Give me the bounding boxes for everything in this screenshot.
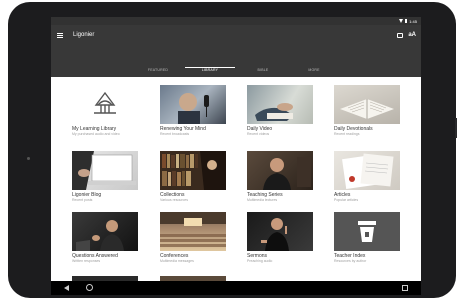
tab-library[interactable]: LIBRARY [190, 68, 230, 73]
app-title: Ligonier [73, 32, 95, 38]
open-book-photo [334, 85, 400, 124]
card-my-learning-library[interactable]: My Learning Library My purchased audio a… [72, 85, 138, 136]
card-teacher-index[interactable]: Teacher Index Resources by author [334, 212, 400, 263]
card-articles[interactable]: Articles Popular articles [334, 151, 400, 202]
documents-photo [334, 151, 400, 190]
card-conferences[interactable]: Conferences Multimedia messages [160, 212, 226, 263]
card-ligonier-blog[interactable]: Ligonier Blog Recent posts [72, 151, 138, 202]
cast-icon[interactable] [397, 33, 403, 38]
card-subtitle: Recent videos [247, 132, 270, 136]
card-teaching-series[interactable]: Teaching Series Multimedia lectures [247, 151, 313, 202]
tab-bar: FEATURED LIBRARY BIBLE MORE [51, 66, 421, 77]
speaker-photo [72, 212, 138, 251]
recent-apps-icon[interactable] [402, 285, 408, 291]
card-subtitle: Popular articles [334, 198, 359, 202]
podium-icon [334, 212, 400, 251]
menu-icon[interactable] [57, 33, 63, 38]
front-camera [27, 157, 30, 160]
card-subtitle: Preaching audio [247, 259, 273, 263]
system-nav-bar [51, 281, 421, 295]
card-questions-answered[interactable]: Questions Answered Written responses [72, 212, 138, 263]
card-subtitle: Recent broadcasts [160, 132, 190, 136]
side-button [455, 118, 457, 138]
card-daily-video[interactable]: Daily Video Recent videos [247, 85, 313, 136]
home-icon[interactable] [86, 284, 93, 291]
library-grid: My Learning Library My purchased audio a… [51, 77, 421, 281]
wifi-icon [399, 19, 404, 23]
laptop-photo [72, 151, 138, 190]
app-bar: Ligonier aA FEATURED LIBRARY BIBLE MORE [51, 25, 421, 77]
card-sermons[interactable]: Sermons Preaching audio [247, 212, 313, 263]
card-subtitle: Various resources [160, 198, 188, 202]
teacher-photo [247, 151, 313, 190]
card-subtitle: Recent readings [334, 132, 360, 136]
conference-hall-photo [160, 212, 226, 251]
text-size-icon[interactable]: aA [408, 31, 416, 39]
back-icon[interactable] [64, 285, 69, 291]
card-collections[interactable]: Collections Various resources [160, 151, 226, 202]
preacher-photo [247, 212, 313, 251]
card-subtitle: Written responses [72, 259, 101, 263]
bookshelf-photo [160, 151, 226, 190]
tab-bible[interactable]: BIBLE [243, 68, 283, 73]
card-subtitle: Multimedia lectures [247, 198, 278, 202]
card-subtitle: Resources by author [334, 259, 367, 263]
status-bar: 1:45 [51, 17, 421, 25]
tab-more[interactable]: MORE [294, 68, 334, 73]
active-tab-indicator [185, 67, 235, 68]
app-screen: 1:45 Ligonier aA FEATURED LIBRARY BIBLE … [51, 17, 421, 295]
card-subtitle: Recent posts [72, 198, 93, 202]
hands-bible-photo [247, 85, 313, 124]
card-subtitle: Multimedia messages [160, 259, 194, 263]
card-daily-devotionals[interactable]: Daily Devotionals Recent readings [334, 85, 400, 136]
card-subtitle: My purchased audio and video [72, 132, 120, 136]
card-renewing-your-mind[interactable]: Renewing Your Mind Recent broadcasts [160, 85, 226, 136]
status-time: 1:45 [409, 18, 417, 24]
tab-featured[interactable]: FEATURED [138, 68, 178, 73]
microphone-photo [160, 85, 226, 124]
ligonier-logo-icon [72, 85, 138, 124]
battery-icon [405, 19, 408, 23]
